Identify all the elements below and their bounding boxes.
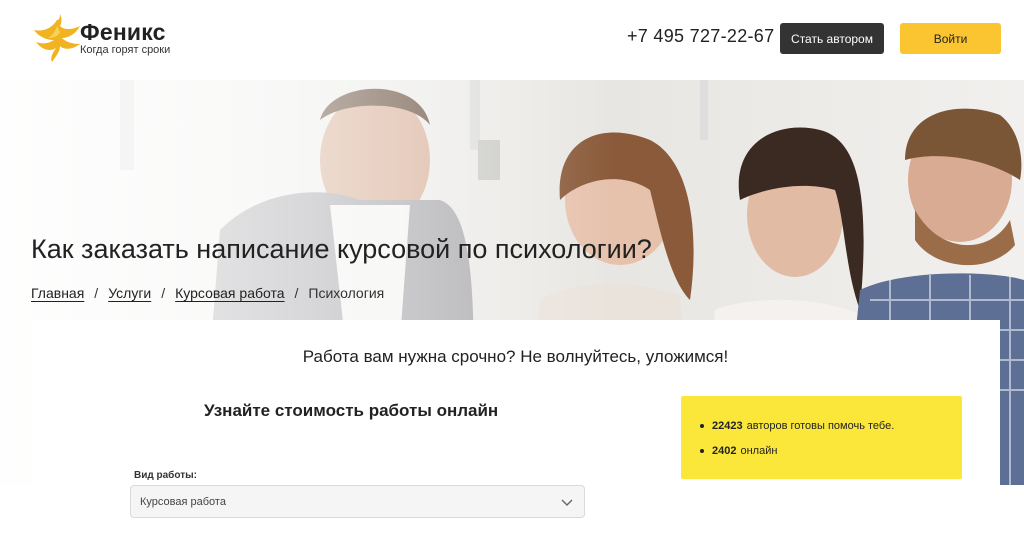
breadcrumb-home-link[interactable]: Главная <box>31 285 84 301</box>
breadcrumb-current: Психология <box>308 285 385 301</box>
breadcrumb-separator: / <box>94 285 99 301</box>
login-button[interactable]: Войти <box>900 23 1001 54</box>
bullet-icon <box>700 449 704 453</box>
authors-info-box: 22423 авторов готовы помочь тебе. 2402 о… <box>681 396 962 479</box>
phone-link[interactable]: +7 495 727-22-67 <box>627 26 774 47</box>
site-header: Феникс Когда горят сроки +7 495 727-22-6… <box>0 0 1024 80</box>
calculator-title: Узнайте стоимость работы онлайн <box>204 401 499 420</box>
work-type-select[interactable]: Курсовая работа <box>130 485 585 518</box>
authors-count-text: авторов готовы помочь тебе. <box>746 420 895 432</box>
online-count-text: онлайн <box>740 445 778 457</box>
online-count: 2402 <box>712 445 737 457</box>
order-card: Работа вам нужна срочно? Не волнуйтесь, … <box>31 320 1000 542</box>
breadcrumb-services-link[interactable]: Услуги <box>108 285 151 301</box>
authors-count-row: 22423 авторов готовы помочь тебе. <box>700 419 962 433</box>
phoenix-logo-icon <box>34 14 80 62</box>
bullet-icon <box>700 424 704 428</box>
urgent-headline: Работа вам нужна срочно? Не волнуйтесь, … <box>302 347 729 366</box>
breadcrumb-separator: / <box>294 285 299 301</box>
work-type-label: Вид работы: <box>134 470 197 481</box>
logo-title: Феникс <box>80 18 166 45</box>
breadcrumb-separator: / <box>161 285 166 301</box>
breadcrumb-coursework-link[interactable]: Курсовая работа <box>175 285 284 301</box>
page-title: Как заказать написание курсовой по психо… <box>31 234 652 264</box>
chevron-down-icon <box>561 499 573 506</box>
work-type-value: Курсовая работа <box>140 495 226 508</box>
logo-link[interactable]: Феникс Когда горят сроки <box>30 14 170 62</box>
authors-count: 22423 <box>712 420 743 432</box>
logo-subtitle: Когда горят сроки <box>80 43 171 56</box>
become-author-button[interactable]: Стать автором <box>780 23 884 54</box>
breadcrumb: Главная / Услуги / Курсовая работа / Пси… <box>31 285 384 301</box>
online-count-row: 2402 онлайн <box>700 444 962 458</box>
